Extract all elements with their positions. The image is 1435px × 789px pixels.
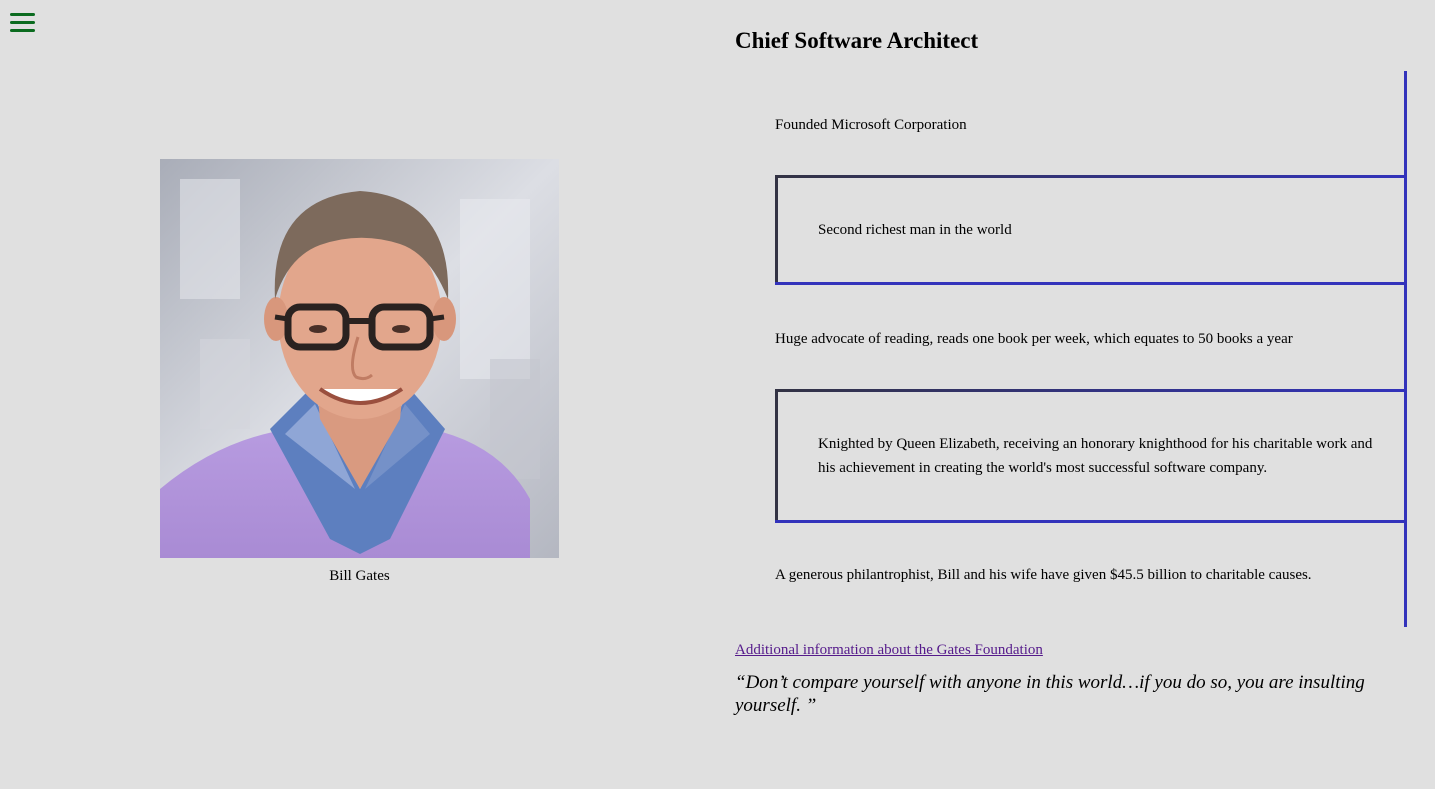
- profile-caption: Bill Gates: [329, 568, 390, 584]
- timeline-item-text: Founded Microsoft Corporation: [775, 116, 967, 133]
- timeline-item-text: Knighted by Queen Elizabeth, receiving a…: [818, 436, 1373, 476]
- quote-text: “Don’t compare yourself with anyone in t…: [735, 672, 1365, 716]
- timeline-item: A generous philantrophist, Bill and his …: [775, 520, 1407, 627]
- timeline-item: Second richest man in the world: [775, 175, 1407, 285]
- timeline-item: Knighted by Queen Elizabeth, receiving a…: [775, 389, 1407, 523]
- profile-column: Bill Gates: [0, 0, 718, 789]
- timeline-item-text: Second richest man in the world: [818, 222, 1012, 238]
- gates-foundation-link[interactable]: Additional information about the Gates F…: [735, 642, 1043, 659]
- timeline-item-text: Huge advocate of reading, reads one book…: [775, 330, 1293, 347]
- timeline-item: Founded Microsoft Corporation: [775, 71, 1407, 178]
- page-title: Chief Software Architect: [735, 28, 979, 53]
- timeline-item-text: A generous philantrophist, Bill and his …: [775, 567, 1312, 583]
- timeline-item: Huge advocate of reading, reads one book…: [775, 282, 1407, 392]
- profile-photo: [160, 159, 559, 558]
